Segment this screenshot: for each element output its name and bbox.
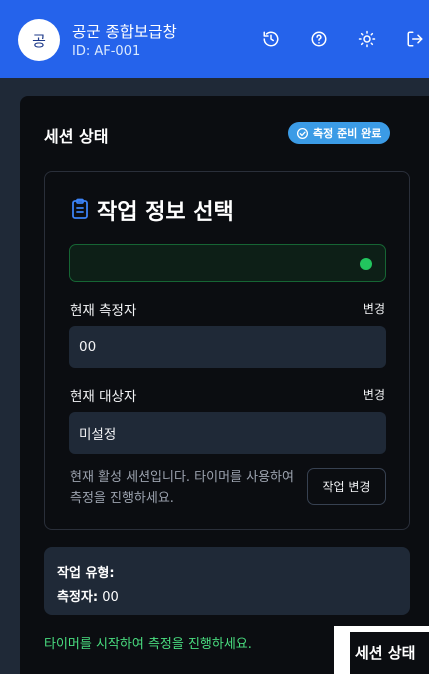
measurer-row: 측정자: 00 [57, 586, 119, 605]
target-change-link[interactable]: 변경 [363, 386, 385, 403]
measurer-label: 현재 측정자 [70, 303, 137, 319]
help-icon[interactable] [310, 30, 328, 48]
measurer-field[interactable]: 00 [69, 326, 386, 368]
measurer-summary-label: 측정자: [57, 590, 99, 605]
task-type-row: 작업 유형: [57, 562, 115, 581]
status-badge-label: 측정 준비 완료 [313, 127, 382, 140]
change-task-button[interactable]: 작업 변경 [307, 468, 386, 505]
task-summary: 작업 유형: 측정자: 00 [44, 547, 410, 615]
session-panel: 세션 상태 측정 준비 완료 작업 정보 선택 현재 측정자 변경 00 현재 … [20, 96, 429, 674]
session-status-indicator [69, 244, 386, 282]
session-help-text: 현재 활성 세션입니다. 타이머를 사용하여 측정을 진행하세요. [70, 470, 294, 506]
status-dot [360, 258, 372, 270]
session-title: 세션 상태 [44, 127, 109, 146]
theme-toggle-icon[interactable] [358, 30, 376, 48]
task-type-label: 작업 유형: [57, 566, 115, 581]
task-info-card: 작업 정보 선택 현재 측정자 변경 00 현재 대상자 변경 미설정 현재 활… [44, 171, 410, 530]
timer-hint: 타이머를 시작하여 측정을 진행하세요. [44, 637, 252, 652]
measurer-change-link[interactable]: 변경 [363, 300, 385, 317]
user-id: ID: AF-001 [72, 44, 141, 59]
card-title: 작업 정보 선택 [97, 200, 234, 225]
clipboard-icon [70, 198, 90, 220]
status-badge: 측정 준비 완료 [288, 122, 391, 144]
target-label: 현재 대상자 [70, 389, 137, 405]
target-field[interactable]: 미설정 [69, 412, 386, 454]
overlapping-panel-title: 세션 상태 [355, 644, 416, 662]
avatar: 공 [18, 19, 60, 61]
check-circle-icon [296, 127, 309, 139]
app-title: 공군 종합보급창 [72, 23, 177, 41]
overlapping-panel-body: 세션 상태 [350, 632, 429, 674]
history-icon[interactable] [262, 30, 280, 48]
logout-icon[interactable] [406, 30, 424, 48]
measurer-summary-value: 00 [102, 590, 119, 605]
app-header: 공 공군 종합보급창 ID: AF-001 [0, 0, 429, 78]
overlapping-panel: 세션 상태 [334, 626, 429, 674]
